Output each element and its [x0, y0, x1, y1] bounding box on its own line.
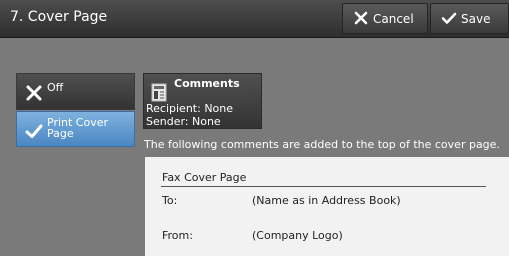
sender-value: Sender: None [146, 115, 221, 128]
comments-button[interactable]: Comments Recipient: None Sender: None [143, 73, 262, 129]
check-icon [25, 122, 43, 140]
x-icon [353, 10, 369, 26]
from-value: (Company Logo) [252, 229, 343, 242]
comments-label: Comments [174, 77, 240, 90]
preview-title: Fax Cover Page [162, 171, 247, 184]
x-icon [25, 84, 43, 102]
cancel-label: Cancel [373, 12, 414, 26]
option-off-button[interactable]: Off [16, 73, 135, 110]
check-icon [441, 10, 457, 26]
page-title: 7. Cover Page [10, 9, 108, 25]
cover-page-preview: Fax Cover Page To: (Name as in Address B… [145, 157, 509, 256]
divider [161, 186, 486, 187]
cancel-button[interactable]: Cancel [342, 3, 428, 34]
save-label: Save [461, 12, 491, 26]
option-print-cover-page-button[interactable]: Print Cover Page [16, 111, 135, 147]
save-button[interactable]: Save [430, 3, 509, 34]
header-bar: 7. Cover Page Cancel Save [0, 0, 509, 38]
document-icon [151, 83, 167, 102]
option-off-label: Off [47, 81, 64, 94]
from-label: From: [162, 229, 193, 242]
to-label: To: [162, 194, 178, 207]
to-value: (Name as in Address Book) [252, 194, 401, 207]
option-print-cover-page-label: Print Cover Page [47, 116, 109, 140]
info-text: The following comments are added to the … [144, 138, 500, 151]
recipient-value: Recipient: None [146, 102, 234, 115]
